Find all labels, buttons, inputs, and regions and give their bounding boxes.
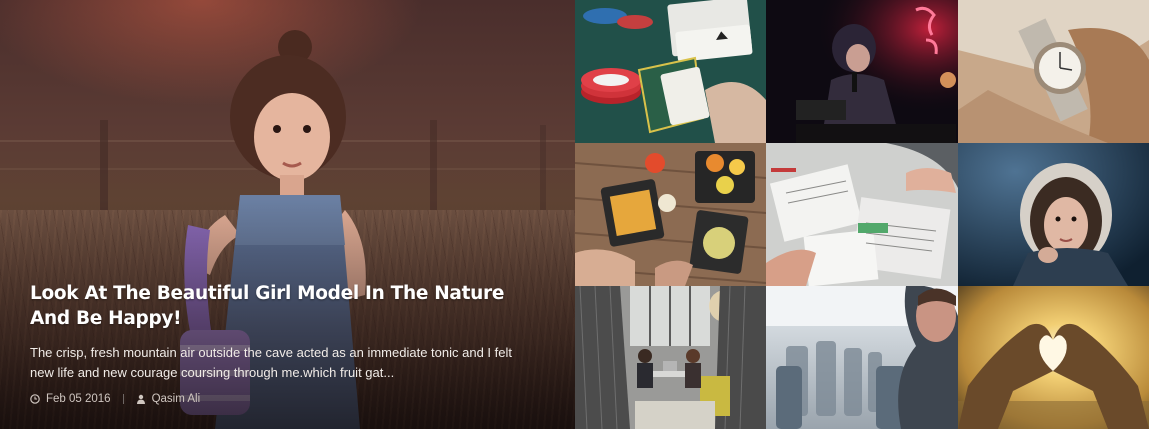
photo-grid xyxy=(575,0,1149,429)
post-date: Feb 05 2016 xyxy=(46,393,111,405)
office-image xyxy=(575,286,766,429)
tile-food[interactable] xyxy=(575,143,766,286)
clock-icon xyxy=(30,394,40,404)
meta-divider xyxy=(122,394,124,404)
food-image xyxy=(575,143,766,286)
tile-poker[interactable] xyxy=(575,0,766,143)
tile-desk[interactable] xyxy=(766,143,958,286)
tile-heart-hands[interactable] xyxy=(958,286,1149,429)
concert-image xyxy=(766,0,958,143)
user-icon xyxy=(136,394,145,404)
featured-post-title[interactable]: Look At The Beautiful Girl Model In The … xyxy=(30,281,535,331)
post-meta: Feb 05 2016 Qasim Ali xyxy=(30,393,535,405)
post-gallery: Look At The Beautiful Girl Model In The … xyxy=(0,0,1149,429)
tile-watch[interactable] xyxy=(958,0,1149,143)
tile-train[interactable] xyxy=(766,286,958,429)
featured-post-excerpt: The crisp, fresh mountain air outside th… xyxy=(30,345,512,380)
featured-caption: Look At The Beautiful Girl Model In The … xyxy=(30,281,535,405)
heart-hands-image xyxy=(958,286,1149,429)
desk-image xyxy=(766,143,958,286)
train-image xyxy=(766,286,958,429)
winter-portrait-image xyxy=(958,143,1149,286)
post-author[interactable]: Qasim Ali xyxy=(152,393,201,405)
tile-office[interactable] xyxy=(575,286,766,429)
watch-image xyxy=(958,0,1149,143)
tile-winter-portrait[interactable] xyxy=(958,143,1149,286)
featured-post-card[interactable]: Look At The Beautiful Girl Model In The … xyxy=(0,0,575,429)
poker-image xyxy=(575,0,766,143)
tile-concert[interactable] xyxy=(766,0,958,143)
